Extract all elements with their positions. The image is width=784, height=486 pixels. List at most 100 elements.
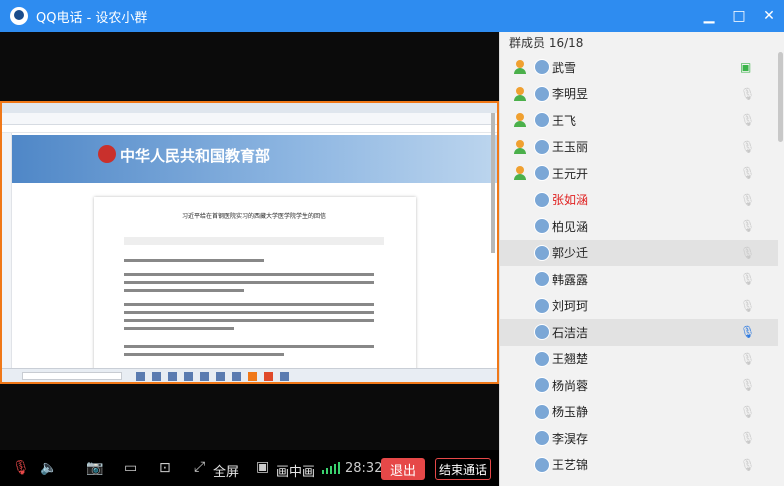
taskbar-app-icon	[152, 372, 161, 381]
fullscreen-icon[interactable]: ⤢	[194, 459, 205, 475]
member-row[interactable]: 李淏存 🎙	[500, 425, 778, 452]
text-line	[124, 281, 374, 284]
text-line	[124, 319, 374, 322]
member-name: 李明昱	[552, 87, 589, 102]
host-badge-icon	[513, 60, 527, 75]
avatar	[534, 165, 550, 182]
picture-in-picture-icon[interactable]: ▣	[256, 459, 269, 475]
mic-muted-icon: 🎙	[740, 431, 756, 446]
member-row[interactable]: 王飞 🎙	[500, 107, 778, 134]
mic-muted-icon: 🎙	[740, 404, 756, 419]
avatar	[534, 377, 550, 394]
signal-strength-icon	[322, 462, 340, 474]
member-row[interactable]: 王元开 🎙	[500, 160, 778, 187]
taskbar-app-icon	[216, 372, 225, 381]
national-emblem-icon	[98, 145, 116, 163]
member-name: 韩露露	[552, 272, 589, 287]
host-badge-icon	[513, 166, 527, 181]
member-row[interactable]: 石洁洁 🎙	[500, 319, 778, 346]
picture-in-picture-label[interactable]: 画中画	[276, 461, 315, 480]
end-call-button[interactable]: 结束通话	[435, 458, 491, 480]
host-badge-icon	[513, 86, 527, 101]
host-badge-icon	[513, 113, 527, 128]
host-badge-icon	[513, 139, 527, 154]
member-name: 武雪	[552, 60, 577, 75]
member-name: 王飞	[552, 113, 577, 128]
restore-icon[interactable]: □	[724, 0, 754, 32]
text-line	[124, 311, 374, 314]
fullscreen-label[interactable]: 全屏	[213, 461, 239, 480]
speaker-icon[interactable]: 🔈	[40, 460, 57, 476]
mic-muted-icon[interactable]: 🎙	[12, 460, 30, 476]
mic-muted-icon: 🎙	[740, 298, 756, 313]
call-timer: 28:32	[345, 461, 383, 476]
member-name: 石洁洁	[552, 325, 589, 340]
member-name: 杨玉静	[552, 405, 589, 420]
title-bar: QQ电话 - 设农小群 ▁ □ ✕	[0, 0, 784, 32]
member-row[interactable]: 柏见涵 🎙	[500, 213, 778, 240]
avatar	[534, 218, 550, 235]
mic-muted-icon: 🎙	[740, 378, 756, 393]
qq-phone-logo-icon	[10, 7, 28, 25]
taskbar-search	[22, 372, 122, 380]
member-row[interactable]: 武雪 ▣	[500, 54, 778, 81]
member-row[interactable]: 张如涵 🎙	[500, 187, 778, 214]
mic-muted-icon: 🎙	[740, 457, 756, 472]
member-row[interactable]: 王翘楚 🎙	[500, 346, 778, 373]
text-line	[124, 289, 244, 292]
mic-muted-icon: 🎙	[740, 245, 756, 260]
taskbar-app-icon	[168, 372, 177, 381]
avatar	[534, 112, 550, 129]
windows-taskbar	[2, 368, 497, 382]
member-name: 王艺锦	[552, 458, 589, 473]
taskbar-app-icon	[280, 372, 289, 381]
member-name: 王翘楚	[552, 352, 589, 367]
mic-muted-icon: 🎙	[740, 139, 756, 154]
member-name: 柏见涵	[552, 219, 589, 234]
browser-sidebar	[2, 133, 12, 373]
camera-off-icon[interactable]: 📷	[86, 460, 103, 476]
member-name: 李淏存	[552, 431, 589, 446]
mic-muted-icon: 🎙	[740, 351, 756, 366]
screen-share-icon[interactable]: ▭	[124, 460, 137, 476]
taskbar-app-icon	[200, 372, 209, 381]
avatar	[534, 350, 550, 367]
exit-button[interactable]: 退出	[381, 458, 425, 480]
window-controls: ▁ □ ✕	[694, 0, 784, 32]
close-icon[interactable]: ✕	[754, 0, 784, 32]
mic-muted-icon: 🎙	[740, 219, 756, 234]
member-row[interactable]: 杨尚蓉 🎙	[500, 372, 778, 399]
text-line	[124, 327, 234, 330]
avatar	[534, 85, 550, 102]
member-row[interactable]: 杨玉静 🎙	[500, 399, 778, 426]
avatar	[534, 297, 550, 314]
site-title: 中华人民共和国教育部	[120, 147, 271, 165]
text-line	[124, 259, 264, 262]
mic-muted-icon: 🎙	[740, 113, 756, 128]
mic-muted-icon: 🎙	[740, 166, 756, 181]
member-row[interactable]: 刘珂珂 🎙	[500, 293, 778, 320]
member-row[interactable]: 郭少迁 🎙	[500, 239, 778, 266]
browser-scrollbar	[491, 113, 495, 253]
avatar	[534, 430, 550, 447]
article-meta	[124, 237, 384, 245]
taskbar-app-icon	[232, 372, 241, 381]
browser-address-bar	[2, 113, 497, 125]
text-line	[124, 273, 374, 276]
taskbar-app-icon	[184, 372, 193, 381]
member-row[interactable]: 王玉丽 🎙	[500, 134, 778, 161]
member-row[interactable]: 韩露露 🎙	[500, 266, 778, 293]
member-panel: 群成员 16/18 武雪 ▣ 李明昱 🎙 王飞 🎙 王玉丽 🎙 王元开 🎙 张如涵 🎙 柏见…	[499, 32, 784, 486]
member-row[interactable]: 李明昱 🎙	[500, 81, 778, 108]
avatar	[534, 59, 550, 76]
member-list-scrollbar[interactable]	[778, 52, 783, 142]
taskbar-app-icon	[136, 372, 145, 381]
avatar	[534, 324, 550, 341]
avatar	[534, 403, 550, 420]
text-line	[124, 303, 374, 306]
text-line	[124, 353, 284, 356]
minimize-icon[interactable]: ▁	[694, 0, 724, 32]
member-row[interactable]: 王艺锦 🎙	[500, 452, 778, 479]
presenter-icon[interactable]: ⊡	[159, 460, 171, 476]
browser-tab-strip	[2, 103, 497, 113]
